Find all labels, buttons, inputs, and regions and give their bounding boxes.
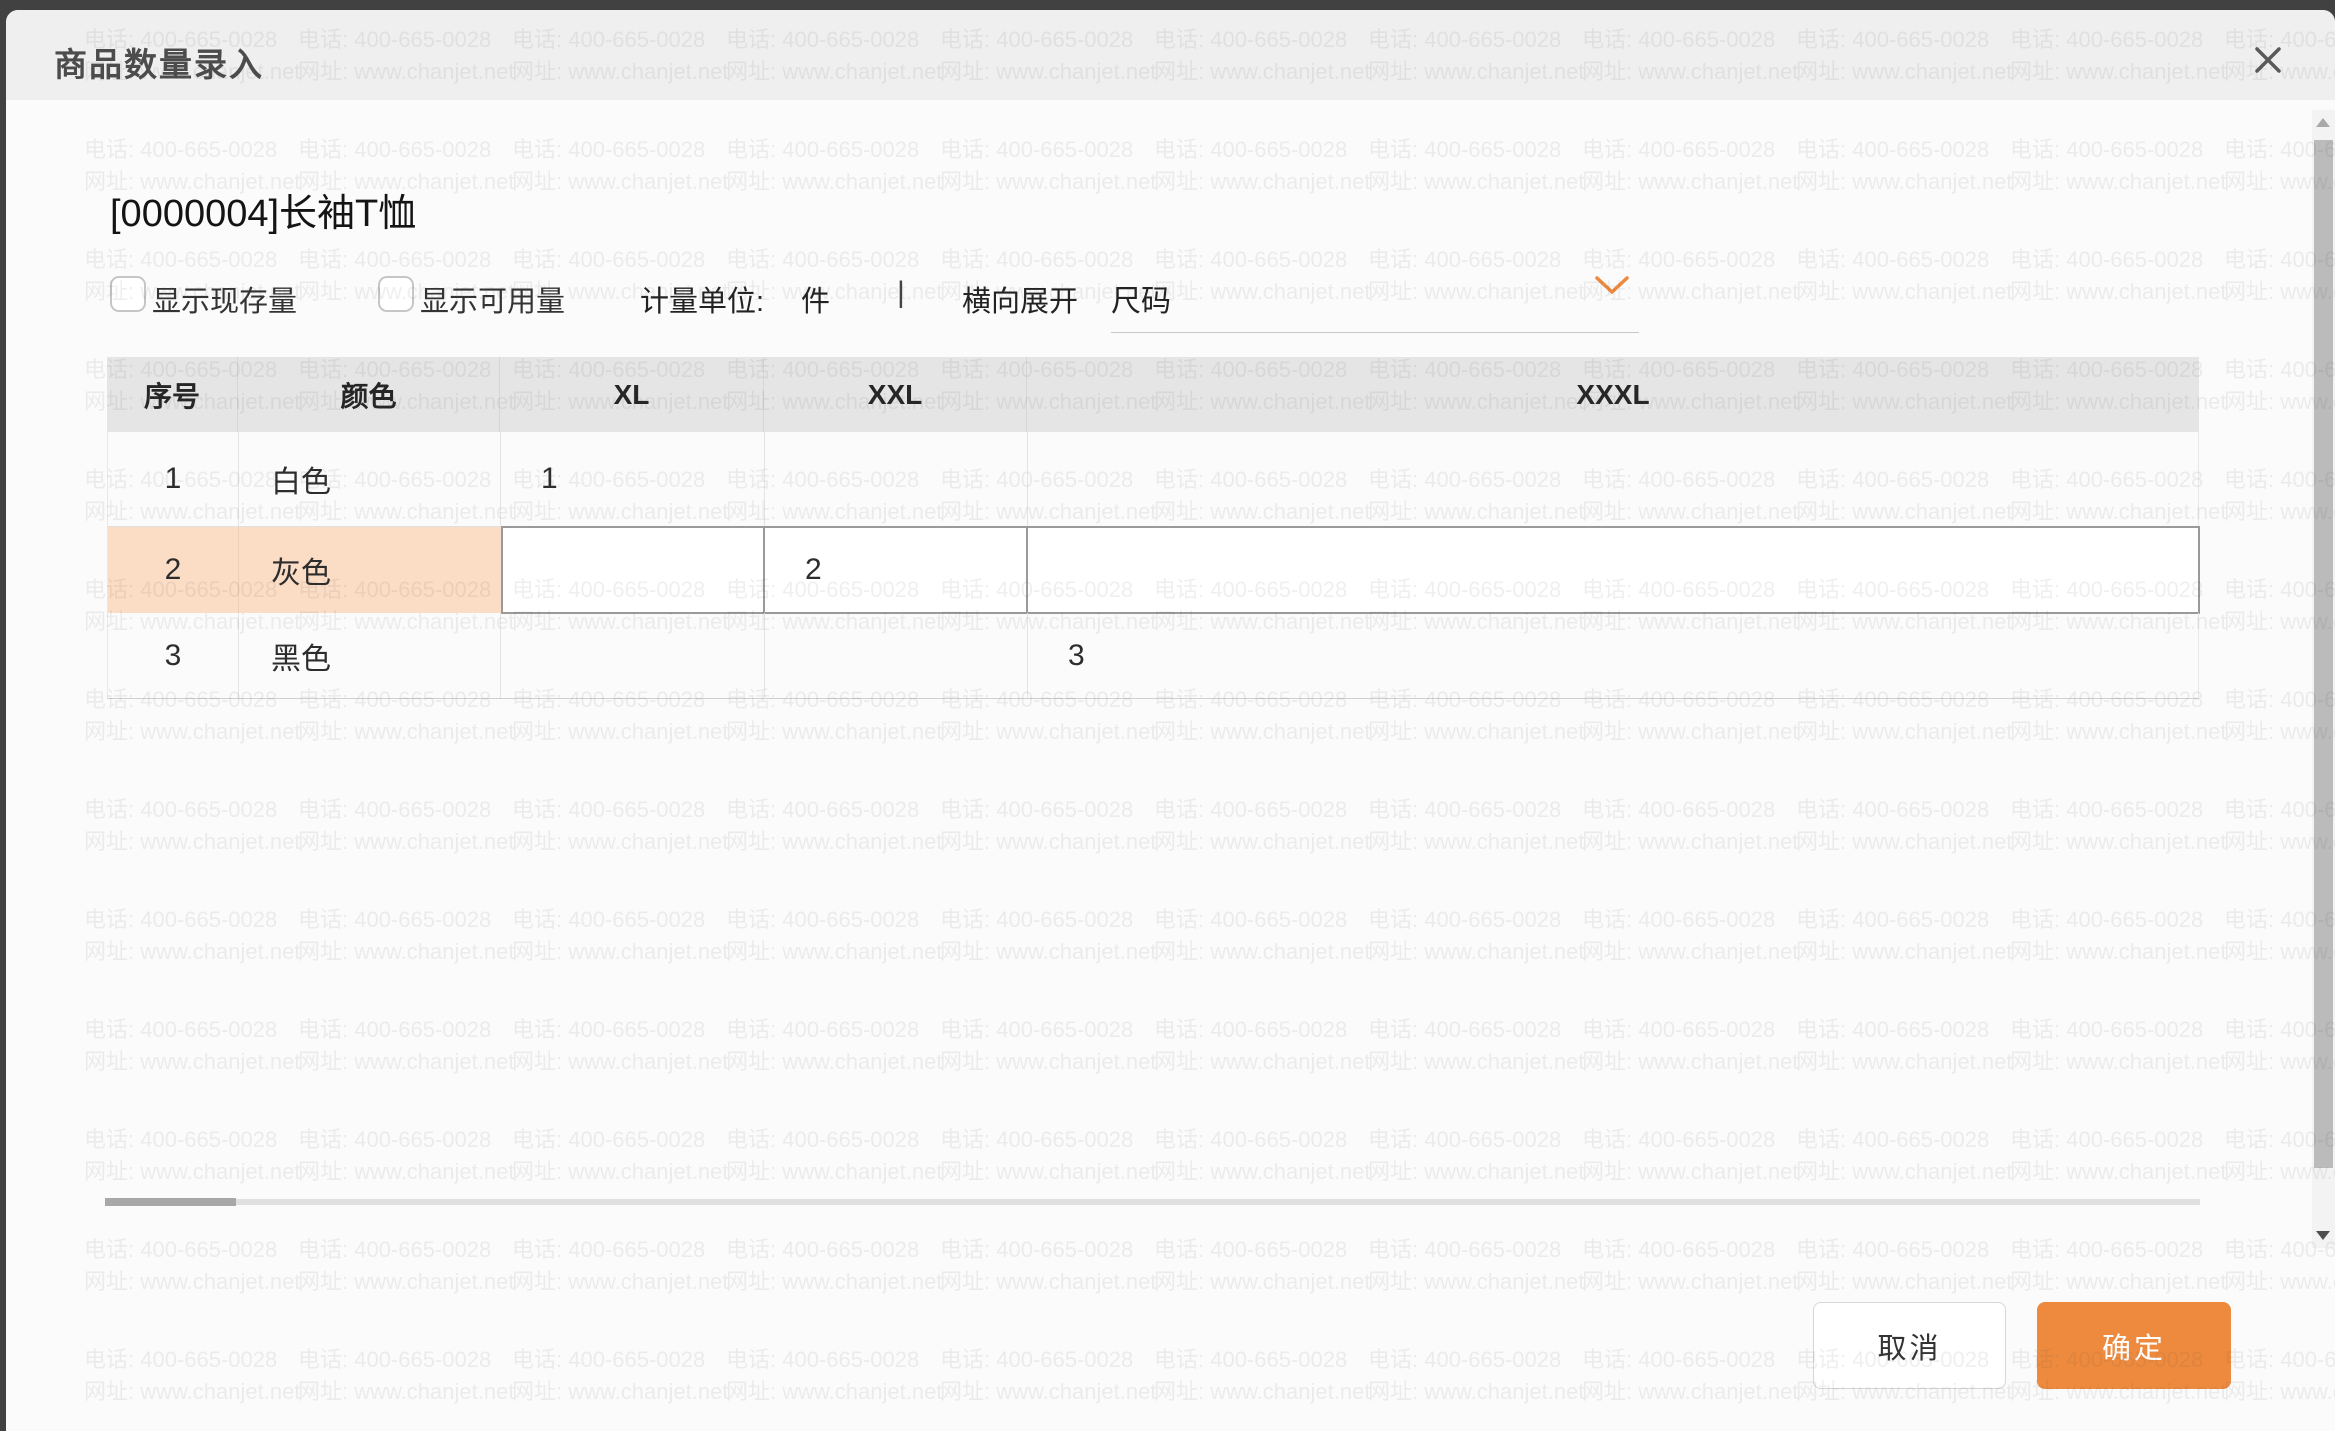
cell-index: 1 <box>108 432 239 526</box>
table-row-selected: 2 灰色 2 <box>107 527 2199 613</box>
cell-qty-xxl[interactable] <box>765 613 1028 698</box>
table-header-row: 序号 颜色 XL XXL XXXL <box>107 357 2199 432</box>
horizontal-scrollbar-thumb[interactable] <box>105 1198 236 1206</box>
expand-label: 横向展开 <box>962 278 1078 320</box>
separator: | <box>897 276 905 310</box>
dialog-title: 商品数量录入 <box>54 38 264 86</box>
vertical-scrollbar-thumb[interactable] <box>2314 140 2333 1168</box>
expand-dimension-value: 尺码 <box>1111 276 1171 320</box>
cell-color: 灰色 <box>239 527 501 613</box>
table-row: 3 黑色 3 <box>107 613 2199 699</box>
dialog-titlebar: 商品数量录入 <box>6 10 2335 100</box>
confirm-button[interactable]: 确定 <box>2037 1302 2231 1389</box>
qty-input-xl[interactable] <box>501 526 765 614</box>
col-header-xxxl: XXXL <box>1027 357 2199 432</box>
cell-qty-xxxl[interactable]: 3 <box>1028 613 2200 698</box>
unit-label: 计量单位: <box>640 278 764 320</box>
scroll-down-icon[interactable] <box>2316 1231 2330 1240</box>
show-available-label[interactable]: 显示可用量 <box>420 278 565 320</box>
cell-qty-xxxl[interactable] <box>1028 432 2200 526</box>
close-icon <box>2253 45 2283 80</box>
col-header-color: 颜色 <box>238 357 500 432</box>
cell-qty-xl[interactable] <box>501 613 765 698</box>
cancel-button[interactable]: 取消 <box>1813 1302 2006 1389</box>
cell-qty-xl[interactable]: 1 <box>501 432 765 526</box>
cell-color: 白色 <box>239 432 501 526</box>
expand-dimension-select[interactable]: 尺码 <box>1111 272 1639 333</box>
qty-input-xxl[interactable]: 2 <box>763 526 1028 614</box>
cell-index: 3 <box>108 613 239 698</box>
horizontal-scrollbar[interactable] <box>105 1199 2200 1205</box>
col-header-xl: XL <box>500 357 764 432</box>
cell-color: 黑色 <box>239 613 501 698</box>
show-stock-checkbox[interactable] <box>110 276 146 312</box>
close-button[interactable] <box>2248 42 2288 82</box>
product-title: [0000004]长袖T恤 <box>110 182 416 237</box>
show-stock-label[interactable]: 显示现存量 <box>152 278 297 320</box>
qty-input-xxxl[interactable] <box>1026 526 2200 614</box>
table-row: 1 白色 1 <box>107 432 2199 527</box>
unit-value: 件 <box>801 278 830 320</box>
cell-index: 2 <box>108 527 239 613</box>
col-header-index: 序号 <box>107 357 238 432</box>
col-header-xxl: XXL <box>764 357 1027 432</box>
show-available-checkbox[interactable] <box>378 276 414 312</box>
quantity-entry-dialog: 商品数量录入 [0000004]长袖T恤 显示现存量 显示可用量 计量单位: 件… <box>6 10 2335 1431</box>
scroll-up-icon[interactable] <box>2316 118 2330 127</box>
cell-qty-xxl[interactable] <box>765 432 1028 526</box>
chevron-down-icon <box>1595 276 1629 301</box>
vertical-scrollbar[interactable] <box>2312 110 2335 1248</box>
